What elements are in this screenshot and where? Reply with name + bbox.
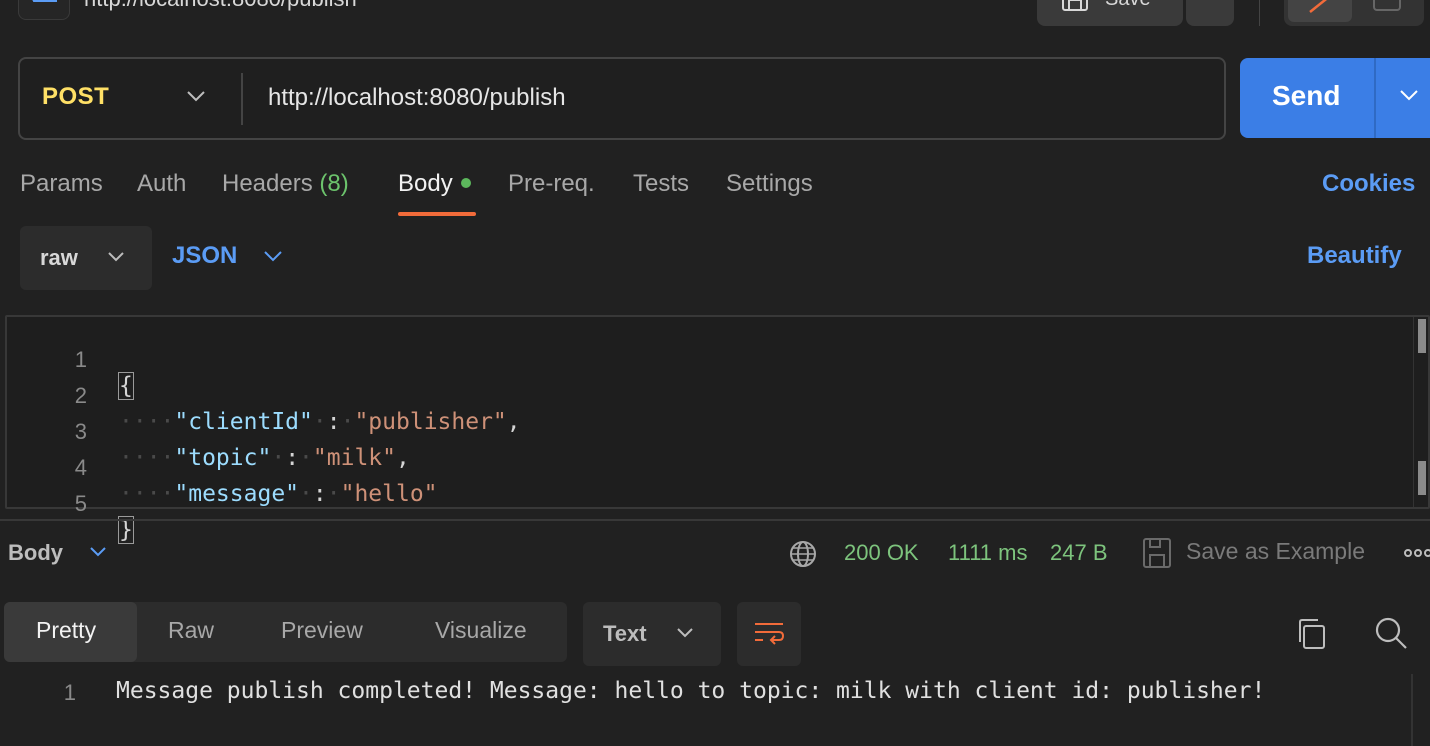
chevron-down-icon[interactable] <box>262 249 284 263</box>
format-tab-raw[interactable]: Raw <box>168 617 214 644</box>
headers-count: (8) <box>319 170 349 197</box>
response-type-label: Text <box>603 621 647 646</box>
chevron-down-icon <box>108 252 124 262</box>
response-type-select[interactable]: Text <box>583 602 721 666</box>
tab-headers[interactable]: Headers (8) <box>222 170 349 198</box>
format-tab-visualize[interactable]: Visualize <box>435 617 527 644</box>
chevron-down-icon <box>677 628 693 638</box>
tab-prereq[interactable]: Pre-req. <box>508 170 595 198</box>
save-options-button[interactable] <box>1186 0 1234 26</box>
format-tab-pretty[interactable]: Pretty <box>36 617 96 644</box>
body-mode-label: raw <box>40 245 78 270</box>
divider <box>1374 58 1376 138</box>
chevron-down-icon[interactable] <box>185 89 207 103</box>
request-url-bar: POST http://localhost:8080/publish <box>18 57 1226 140</box>
tab-headers-label: Headers <box>222 170 313 197</box>
chevron-down-icon[interactable] <box>88 545 108 559</box>
chevron-down-icon[interactable] <box>1398 88 1420 102</box>
code-line: 4 ····"message"·:·"hello" <box>7 429 1407 507</box>
tab-body-label: Body <box>398 170 453 197</box>
editor-scrollbar[interactable] <box>1413 317 1414 507</box>
line-number: 5 <box>74 491 87 516</box>
active-tab-indicator <box>398 212 476 216</box>
scrollbar-thumb[interactable] <box>1418 319 1426 353</box>
scrollbar-thumb[interactable] <box>1418 461 1426 495</box>
format-tab-preview[interactable]: Preview <box>281 617 363 644</box>
request-body-editor[interactable]: 1 { 2 ····"clientId"·:·"publisher", 3 ··… <box>5 315 1430 544</box>
tab-settings[interactable]: Settings <box>726 170 813 198</box>
line-number: 1 <box>63 680 76 705</box>
request-title: http://localhost:8080/publish <box>84 0 357 12</box>
tab-tests[interactable]: Tests <box>633 170 689 198</box>
top-bar: http://localhost:8080/publish Save <box>0 0 1430 30</box>
code-line: 2 ····"clientId"·:·"publisher", <box>7 357 1407 435</box>
pencil-icon <box>1309 0 1328 13</box>
url-input[interactable]: http://localhost:8080/publish <box>268 84 566 112</box>
view-toggle-group <box>1284 0 1424 26</box>
wrap-lines-icon <box>755 623 785 645</box>
comment-icon[interactable] <box>1372 0 1402 14</box>
tab-auth[interactable]: Auth <box>137 170 186 198</box>
status-code[interactable]: 200 OK <box>844 540 919 566</box>
save-as-example-button[interactable]: Save as Example <box>1186 538 1365 565</box>
divider <box>1259 0 1260 26</box>
response-text: Message publish completed! Message: hell… <box>116 678 1266 704</box>
tab-params[interactable]: Params <box>20 170 103 198</box>
send-button[interactable]: Send <box>1240 58 1430 138</box>
collection-back-button[interactable] <box>18 0 70 20</box>
beautify-button[interactable]: Beautify <box>1307 242 1402 270</box>
tab-body[interactable]: Body <box>398 170 471 198</box>
body-indicator-dot <box>460 177 471 188</box>
response-body-line: 1 Message publish completed! Message: he… <box>0 676 1410 712</box>
more-options-icon[interactable] <box>1404 546 1430 560</box>
body-mode-select[interactable]: raw <box>20 226 152 290</box>
response-time[interactable]: 1111 ms <box>948 540 1027 566</box>
save-button[interactable]: Save <box>1037 0 1183 26</box>
code-line: 3 ····"topic"·:·"milk", <box>7 393 1407 471</box>
arrow-left-icon <box>32 0 57 2</box>
response-scrollbar[interactable] <box>1411 674 1413 746</box>
body-language-select[interactable]: JSON <box>172 242 237 270</box>
copy-icon[interactable] <box>1296 618 1328 650</box>
pane-resize-handle[interactable] <box>0 519 1430 521</box>
save-icon <box>1062 0 1088 11</box>
cookies-link[interactable]: Cookies <box>1322 170 1415 198</box>
response-section-select[interactable]: Body <box>8 540 63 566</box>
save-label: Save <box>1105 0 1151 11</box>
code-line: 5 } <box>7 465 1407 544</box>
wrap-lines-button[interactable] <box>737 602 801 666</box>
edit-mode-toggle[interactable] <box>1288 0 1352 22</box>
request-tabs: Params Auth Headers (8) Body Pre-req. Te… <box>20 170 1430 218</box>
http-method-select[interactable]: POST <box>42 83 109 111</box>
divider <box>241 73 243 125</box>
globe-icon[interactable] <box>788 539 818 569</box>
code-line: 1 { <box>7 321 1407 400</box>
response-size[interactable]: 247 B <box>1050 540 1108 566</box>
response-format-tabs: Pretty Raw Preview Visualize <box>4 602 567 662</box>
search-icon[interactable] <box>1374 616 1408 650</box>
save-icon <box>1143 538 1171 568</box>
send-label: Send <box>1272 80 1341 111</box>
